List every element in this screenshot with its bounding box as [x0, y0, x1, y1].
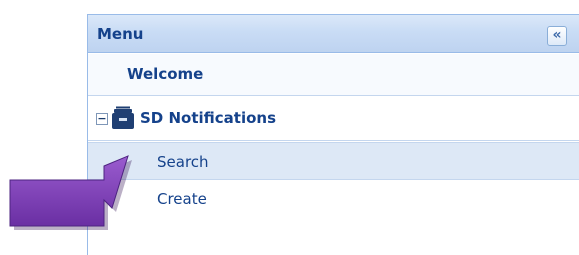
section-sd-notifications[interactable]: − SD Notifications [88, 97, 579, 141]
folder-icon [112, 106, 134, 129]
search-label: Search [157, 153, 209, 171]
menu-item-welcome[interactable]: Welcome [88, 54, 579, 96]
minus-glyph: − [97, 112, 107, 125]
double-chevron-left-icon: « [552, 27, 562, 43]
menu-header: Menu « [88, 15, 579, 53]
create-label: Create [157, 190, 207, 208]
collapse-button[interactable]: « [547, 26, 567, 46]
menu-item-search[interactable]: Search [88, 142, 579, 180]
section-label: SD Notifications [140, 109, 277, 127]
menu-item-create[interactable]: Create [88, 180, 579, 218]
screenshot-stage: Menu « Welcome − SD Notifications Search [0, 0, 579, 255]
collapse-toggle-icon[interactable]: − [96, 113, 108, 125]
menu-title: Menu [97, 25, 144, 43]
menu-panel: Menu « Welcome − SD Notifications Search [87, 14, 579, 255]
welcome-label: Welcome [127, 65, 204, 83]
